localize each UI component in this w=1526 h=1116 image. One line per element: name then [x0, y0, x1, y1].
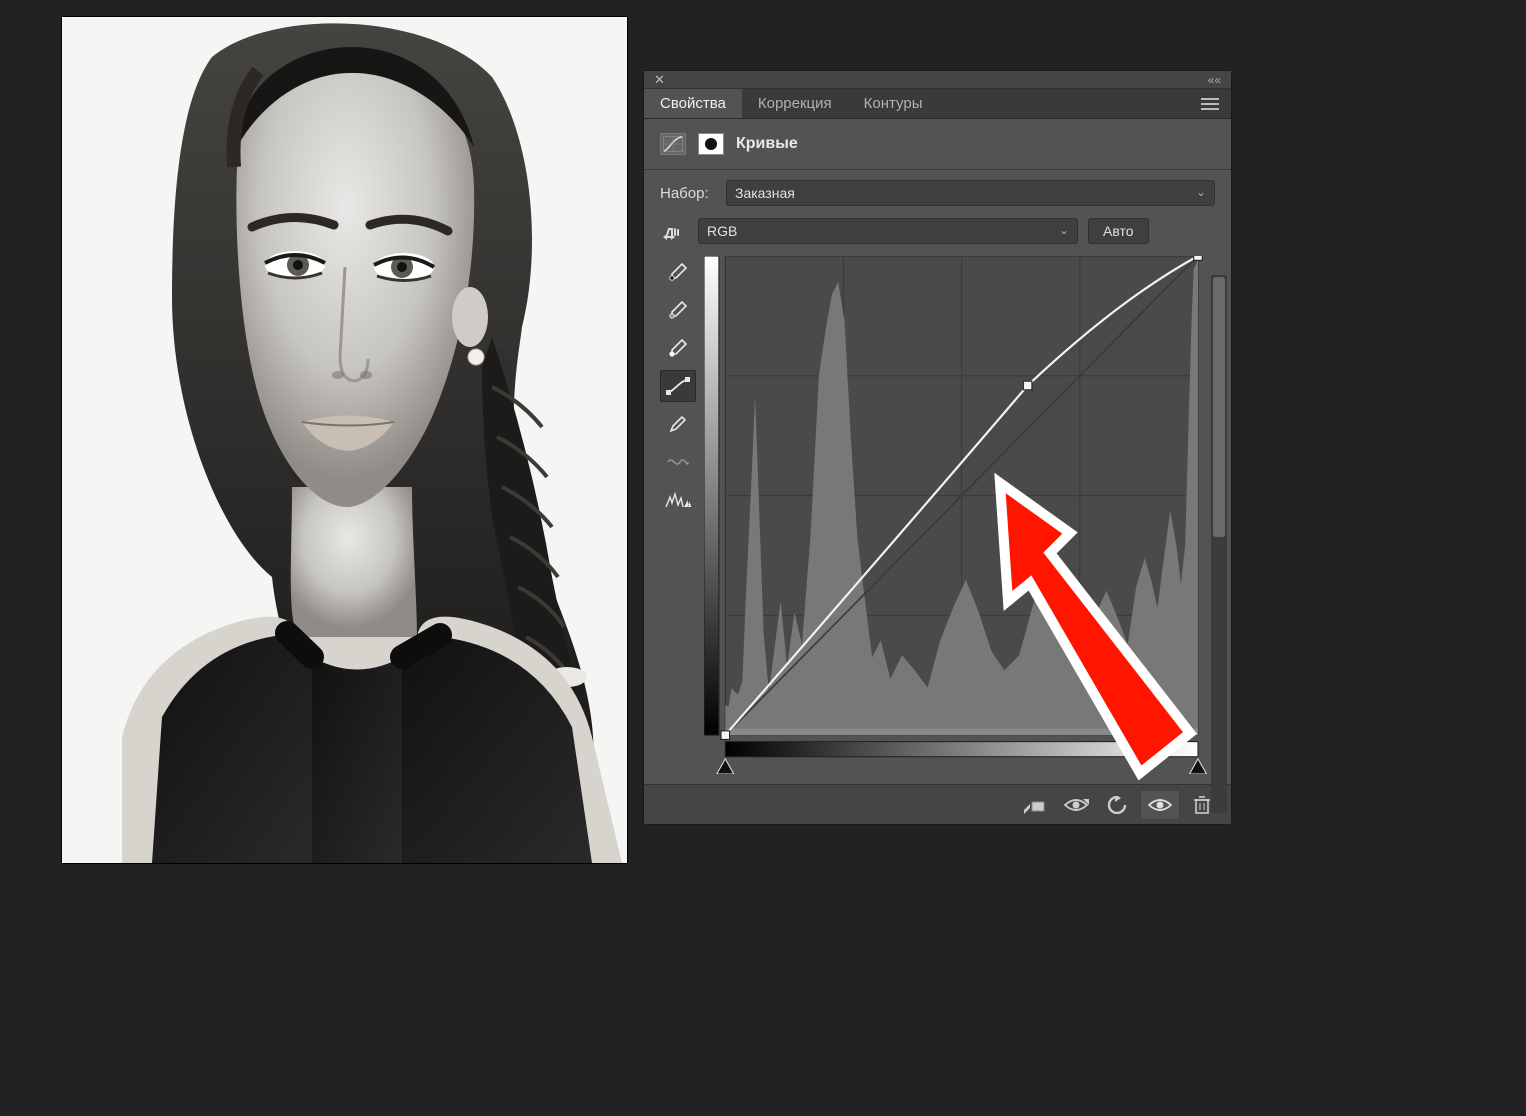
preset-value: Заказная — [735, 185, 795, 201]
eyedropper-gray-icon[interactable] — [660, 294, 696, 326]
adjustment-header: Кривые — [644, 129, 1231, 165]
reset-icon[interactable] — [1099, 791, 1137, 819]
tab-paths[interactable]: Контуры — [848, 89, 939, 118]
clip-warning-icon[interactable]: ! — [660, 484, 696, 516]
close-icon[interactable]: ✕ — [654, 72, 665, 88]
channel-select[interactable]: RGB — [698, 218, 1078, 244]
scrollbar-thumb[interactable] — [1213, 277, 1225, 537]
preset-label: Набор: — [660, 185, 716, 202]
visibility-icon[interactable] — [1141, 791, 1179, 819]
channel-value: RGB — [707, 223, 737, 239]
curves-adjustment-icon — [660, 133, 686, 155]
channel-row: RGB Авто — [644, 212, 1231, 250]
tab-adjustments[interactable]: Коррекция — [742, 89, 848, 118]
view-previous-icon[interactable] — [1057, 791, 1095, 819]
preset-row: Набор: Заказная — [644, 174, 1231, 212]
curves-area: ! — [644, 250, 1231, 784]
curve-midpoint-handle[interactable] — [1023, 381, 1032, 390]
collapse-icon[interactable]: «« — [1208, 73, 1221, 87]
curves-tool-strip: ! — [660, 256, 696, 774]
document-canvas[interactable] — [62, 17, 627, 863]
pencil-icon[interactable] — [660, 408, 696, 440]
panel-scrollbar[interactable] — [1211, 275, 1227, 813]
white-point-slider[interactable] — [1189, 759, 1206, 774]
tab-properties[interactable]: Свойства — [644, 89, 742, 118]
auto-button[interactable]: Авто — [1088, 218, 1149, 244]
curves-graph[interactable] — [704, 256, 1215, 774]
adjustment-title: Кривые — [736, 135, 798, 153]
black-point-slider[interactable] — [717, 759, 734, 774]
eyedropper-black-icon[interactable] — [660, 256, 696, 288]
panel-tabs: Свойства Коррекция Контуры — [644, 89, 1231, 119]
clip-to-layer-icon[interactable] — [1015, 791, 1053, 819]
eyedropper-white-icon[interactable] — [660, 332, 696, 364]
layer-mask-icon[interactable] — [698, 133, 724, 155]
smooth-icon[interactable] — [660, 446, 696, 478]
svg-text:!: ! — [687, 499, 689, 508]
panel-body: Кривые Набор: Заказная RGB Авто — [644, 119, 1231, 784]
panel-footer — [644, 784, 1231, 824]
curve-edit-icon[interactable] — [660, 370, 696, 402]
preset-select[interactable]: Заказная — [726, 180, 1215, 206]
panel-menu-icon[interactable] — [1189, 89, 1231, 118]
panel-topbar: ✕ «« — [644, 71, 1231, 89]
targeted-adjustment-icon[interactable] — [660, 221, 688, 241]
properties-panel: ✕ «« Свойства Коррекция Контуры Кривые Н… — [643, 70, 1232, 825]
